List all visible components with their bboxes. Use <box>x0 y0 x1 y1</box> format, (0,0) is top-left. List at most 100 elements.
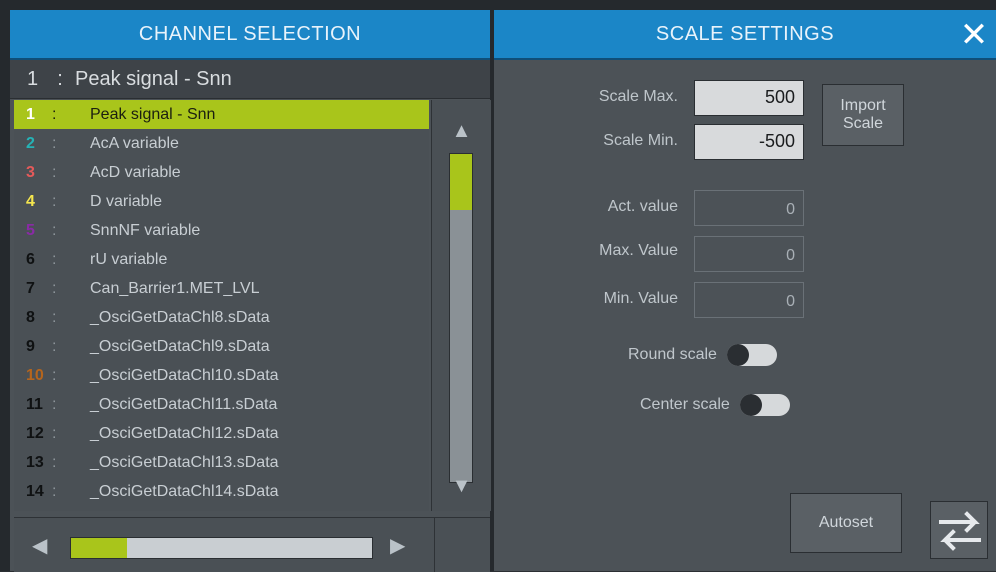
channel-separator: : <box>52 192 57 210</box>
scroll-down-icon[interactable]: ▼ <box>432 475 491 498</box>
channel-number: 4 <box>26 192 35 210</box>
center-scale-row: Center scale <box>640 394 790 416</box>
channel-name: _OsciGetDataChl9.sData <box>90 337 270 355</box>
scroll-up-icon[interactable]: ▲ <box>432 120 491 143</box>
channel-list-item[interactable]: 11: _OsciGetDataChl11.sData <box>14 390 429 419</box>
channel-name: D variable <box>90 192 163 210</box>
channel-list-item[interactable]: 10: _OsciGetDataChl10.sData <box>14 361 429 390</box>
channel-list-item[interactable]: 1: Peak signal - Snn <box>14 100 429 129</box>
channel-separator: : <box>52 453 57 471</box>
app-frame: CHANNEL SELECTION 1 : Peak signal - Snn … <box>0 0 996 572</box>
channel-name: _OsciGetDataChl12.sData <box>90 424 279 442</box>
channel-list-item[interactable]: 6: rU variable <box>14 245 429 274</box>
channel-name: _OsciGetDataChl8.sData <box>90 308 270 326</box>
channel-number: 1 <box>26 105 35 123</box>
scale-max-label: Scale Max. <box>598 88 678 105</box>
channel-number: 6 <box>26 250 35 268</box>
vertical-scrollbar[interactable]: ▲ ▼ <box>431 100 491 511</box>
channel-name: _OsciGetDataChl11.sData <box>90 395 278 413</box>
channel-number: 5 <box>26 221 35 239</box>
channel-number: 9 <box>26 337 35 355</box>
channel-number: 14 <box>26 482 44 500</box>
min-value-display: 0 <box>694 282 804 318</box>
round-scale-label: Round scale <box>628 346 717 363</box>
channel-list-item[interactable]: 12: _OsciGetDataChl12.sData <box>14 419 429 448</box>
scroll-right-icon[interactable]: ▶ <box>390 533 405 558</box>
horizontal-scroll-track[interactable] <box>70 537 373 559</box>
channel-number: 2 <box>26 134 35 152</box>
channel-separator: : <box>52 424 57 442</box>
channel-list-item[interactable]: 8: _OsciGetDataChl8.sData <box>14 303 429 332</box>
center-scale-toggle[interactable] <box>739 394 790 416</box>
round-scale-toggle[interactable] <box>726 344 777 366</box>
channel-separator: : <box>52 482 57 500</box>
max-value-display: 0 <box>694 236 804 272</box>
channel-name: _OsciGetDataChl13.sData <box>90 453 279 471</box>
toggle-knob <box>739 394 762 416</box>
channel-list-item[interactable]: 3: AcD variable <box>14 158 429 187</box>
selected-channel-number: 1 <box>26 67 39 90</box>
channel-number: 10 <box>26 366 44 384</box>
channel-separator: : <box>52 279 57 297</box>
round-scale-row: Round scale <box>628 344 777 366</box>
vertical-scroll-track[interactable] <box>449 153 473 483</box>
scale-max-input[interactable]: 500 <box>694 80 804 116</box>
channel-name: rU variable <box>90 250 168 268</box>
channel-list-item[interactable]: 9: _OsciGetDataChl9.sData <box>14 332 429 361</box>
channel-name: AcD variable <box>90 163 181 181</box>
channel-number: 8 <box>26 308 35 326</box>
swap-button[interactable] <box>930 501 988 559</box>
channel-separator: : <box>52 337 57 355</box>
selected-channel-display[interactable]: 1 : Peak signal - Snn <box>10 60 490 99</box>
selected-channel-name: Peak signal - Snn <box>75 67 232 90</box>
channel-selection-header: CHANNEL SELECTION <box>10 10 490 60</box>
channel-separator: : <box>52 308 57 326</box>
channel-name: _OsciGetDataChl10.sData <box>90 366 279 384</box>
channel-number: 11 <box>26 395 43 413</box>
channel-name: Peak signal - Snn <box>90 105 216 123</box>
scale-settings-header: SCALE SETTINGS <box>494 10 996 60</box>
scale-settings-title: SCALE SETTINGS <box>655 22 835 45</box>
channel-number: 12 <box>26 424 44 442</box>
import-scale-button[interactable]: Import Scale <box>822 84 904 146</box>
channel-name: AcA variable <box>90 134 179 152</box>
channel-separator: : <box>52 366 57 384</box>
horizontal-scroll-thumb[interactable] <box>71 538 127 558</box>
channel-separator: : <box>52 163 57 181</box>
channel-list-item[interactable]: 13: _OsciGetDataChl13.sData <box>14 448 429 477</box>
center-scale-label: Center scale <box>640 396 730 413</box>
channel-separator: : <box>52 134 57 152</box>
close-icon[interactable]: ✕ <box>952 10 996 60</box>
act-value-label: Act. value <box>607 198 678 215</box>
channel-list-item[interactable]: 2: AcA variable <box>14 129 429 158</box>
vertical-scroll-thumb[interactable] <box>450 154 472 210</box>
scroll-left-icon[interactable]: ◀ <box>32 533 47 558</box>
horizontal-scrollbar[interactable]: ◀ ▶ <box>14 517 490 572</box>
scale-settings-panel: SCALE SETTINGS ✕ Scale Max. 500 Import S… <box>494 10 996 571</box>
channel-separator: : <box>52 221 57 239</box>
channel-number: 3 <box>26 163 35 181</box>
channel-name: Can_Barrier1.MET_LVL <box>90 279 260 297</box>
channel-separator: : <box>52 105 57 123</box>
scale-min-label: Scale Min. <box>603 132 678 149</box>
swap-arrows-icon <box>939 511 981 551</box>
channel-name: SnnNF variable <box>90 221 201 239</box>
channel-list-item[interactable]: 4: D variable <box>14 187 429 216</box>
autoset-button[interactable]: Autoset <box>790 493 902 553</box>
selected-channel-separator: : <box>57 67 63 90</box>
toggle-knob <box>726 344 749 366</box>
channel-selection-panel: CHANNEL SELECTION 1 : Peak signal - Snn … <box>10 10 491 572</box>
channel-list-item[interactable]: 5: SnnNF variable <box>14 216 429 245</box>
min-value-label: Min. Value <box>603 290 678 307</box>
channel-list-item[interactable]: 7: Can_Barrier1.MET_LVL <box>14 274 429 303</box>
scroll-corner <box>434 518 491 572</box>
channel-number: 13 <box>26 453 44 471</box>
channel-number: 7 <box>26 279 35 297</box>
channel-list[interactable]: 1: Peak signal - Snn 2: AcA variable 3: AcD v… <box>14 100 429 511</box>
act-value-display: 0 <box>694 190 804 226</box>
channel-separator: : <box>52 395 57 413</box>
max-value-label: Max. Value <box>599 242 678 259</box>
channel-list-item[interactable]: 14: _OsciGetDataChl14.sData <box>14 477 429 506</box>
channel-separator: : <box>52 250 57 268</box>
scale-min-input[interactable]: -500 <box>694 124 804 160</box>
